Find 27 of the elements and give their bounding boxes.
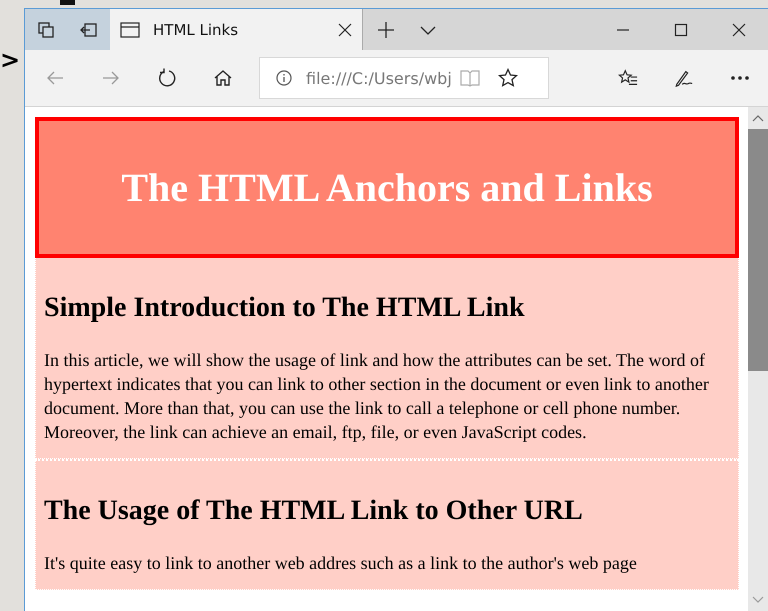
section-paragraph: It's quite easy to link to another web addres such as a link to the author's web page: [44, 552, 638, 575]
section-heading: The Usage of The HTML Link to Other URL: [44, 494, 584, 527]
refresh-icon[interactable]: [157, 68, 177, 88]
tabs-icon[interactable]: [37, 20, 56, 38]
close-icon[interactable]: [732, 22, 746, 36]
close-tab-icon[interactable]: [338, 22, 352, 36]
set-aside-tabs-icon[interactable]: [80, 20, 98, 38]
new-tab-icon[interactable]: [377, 20, 395, 38]
pen-icon[interactable]: [674, 68, 694, 88]
chevron-text: >: [0, 46, 20, 74]
cut-off-shape: [60, 0, 75, 5]
page-icon: [120, 22, 140, 38]
info-icon[interactable]: [276, 70, 292, 86]
scroll-thumb[interactable]: [748, 129, 768, 371]
browser-tab[interactable]: HTML Links: [110, 9, 363, 50]
maximize-icon[interactable]: [674, 22, 688, 36]
home-icon[interactable]: [213, 68, 233, 88]
scrollbar[interactable]: [748, 107, 768, 611]
more-icon[interactable]: [730, 75, 750, 81]
scroll-up-icon[interactable]: [752, 114, 764, 122]
star-icon[interactable]: [498, 68, 518, 88]
section-heading: Simple Introduction to The HTML Link: [44, 291, 526, 324]
section-paragraph: In this article, we will show the usage of link and how the attributes can be set. The word of hypertext indicates that you can link to other section in the document or even link to another document. More than that, you can use the link to call a telephone or cell phone number. Moreover, the link can achieve an email, ftp, file, or even JavaScript codes.: [44, 349, 710, 444]
page-title: The HTML Anchors and Links: [121, 164, 653, 211]
address-bar[interactable]: file:///C:/Users/wbj: [259, 57, 549, 99]
favorites-list-icon[interactable]: [618, 68, 638, 88]
url-text: file:///C:/Users/wbj: [306, 68, 452, 88]
